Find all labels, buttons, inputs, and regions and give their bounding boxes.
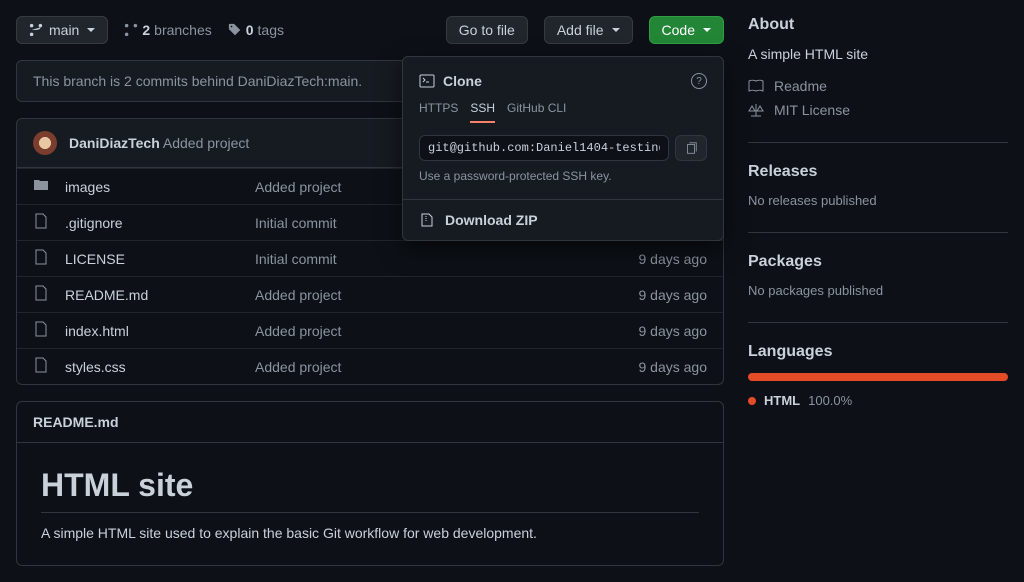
tab-https[interactable]: HTTPS [419,101,458,123]
code-button[interactable]: Code [649,16,724,44]
zip-icon [419,212,435,228]
file-name[interactable]: .gitignore [65,215,255,231]
git-branch-icon [124,23,138,37]
file-commit-msg[interactable]: Initial commit [255,251,639,267]
goto-file-button[interactable]: Go to file [446,16,528,44]
terminal-icon [419,73,435,89]
file-icon [33,357,49,376]
clone-title: Clone [443,73,482,89]
file-icon [33,249,49,268]
tag-icon [228,23,242,37]
file-name[interactable]: index.html [65,323,255,339]
tab-cli[interactable]: GitHub CLI [507,101,566,123]
copy-icon [684,141,698,155]
git-branch-icon [29,23,43,37]
file-name[interactable]: styles.css [65,359,255,375]
file-icon [33,321,49,340]
tab-ssh[interactable]: SSH [470,101,495,123]
languages-heading: Languages [748,343,1008,361]
language-dot [748,397,756,405]
commit-author[interactable]: DaniDiazTech [69,135,160,151]
about-desc: A simple HTML site [748,46,1008,62]
file-name[interactable]: images [65,179,255,195]
file-name[interactable]: README.md [65,287,255,303]
branches-count[interactable]: 2 branches [124,22,211,38]
releases-heading: Releases [748,163,1008,181]
copy-button[interactable] [675,135,707,161]
file-commit-msg[interactable]: Added project [255,359,639,375]
book-icon [748,78,764,94]
scale-icon [748,102,764,118]
file-name[interactable]: LICENSE [65,251,255,267]
file-row[interactable]: README.mdAdded project9 days ago [17,276,723,312]
readme-link[interactable]: Readme [748,78,1008,94]
file-time: 9 days ago [639,323,708,339]
releases-text: No releases published [748,193,1008,208]
file-time: 9 days ago [639,251,708,267]
readme-header: README.md [17,402,723,443]
file-row[interactable]: LICENSEInitial commit9 days ago [17,240,723,276]
readme-title: HTML site [41,467,699,513]
file-row[interactable]: styles.cssAdded project9 days ago [17,348,723,384]
file-time: 9 days ago [639,359,708,375]
clone-hint: Use a password-protected SSH key. [419,169,707,183]
clone-url-input[interactable] [419,135,669,161]
file-row[interactable]: index.htmlAdded project9 days ago [17,312,723,348]
language-bar [748,373,1008,381]
folder-icon [33,177,49,196]
file-time: 9 days ago [639,287,708,303]
file-commit-msg[interactable]: Added project [255,287,639,303]
avatar[interactable] [33,131,57,155]
add-file-button[interactable]: Add file [544,16,633,44]
file-commit-msg[interactable]: Added project [255,323,639,339]
license-link[interactable]: MIT License [748,102,1008,118]
branch-selector[interactable]: main [16,16,108,44]
commit-msg: Added project [163,135,249,151]
packages-text: No packages published [748,283,1008,298]
file-icon [33,213,49,232]
language-item: HTML 100.0% [748,393,1008,408]
file-icon [33,285,49,304]
branch-name: main [49,22,79,38]
clone-dropdown: Clone ? HTTPS SSH GitHub CLI Use a passw… [402,56,724,241]
about-heading: About [748,16,1008,34]
help-icon[interactable]: ? [691,73,707,89]
tags-count[interactable]: 0 tags [228,22,284,38]
download-zip[interactable]: Download ZIP [403,199,723,240]
packages-heading: Packages [748,253,1008,271]
